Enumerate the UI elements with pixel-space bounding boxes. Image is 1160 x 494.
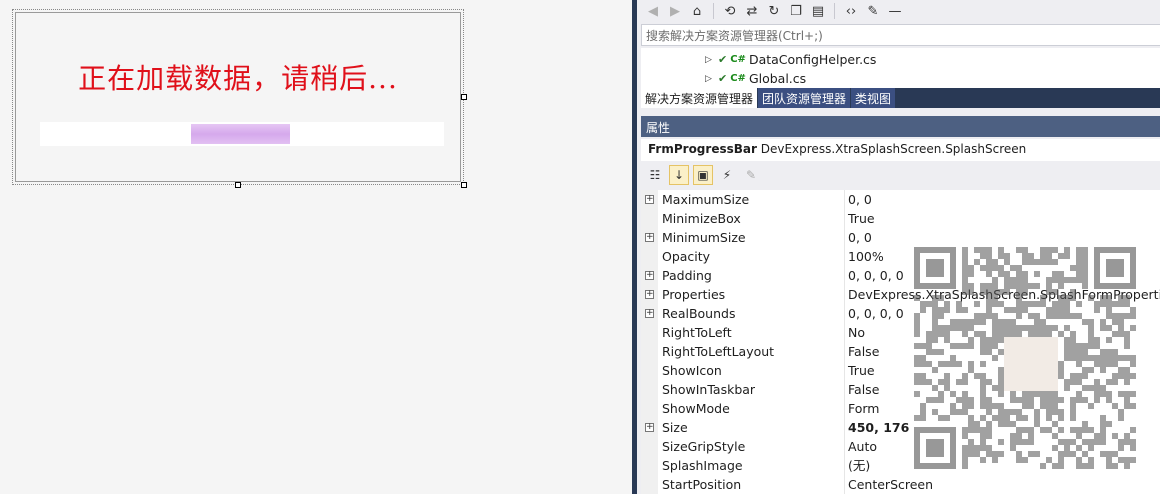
tree-item[interactable]: ▷ ✔ C# DataConfigHelper.cs [705, 50, 876, 69]
expand-plus-icon[interactable]: + [645, 271, 654, 280]
property-name: ShowMode [658, 399, 845, 418]
property-name: Properties [658, 285, 845, 304]
property-name: MinimizeBox [658, 209, 845, 228]
property-expander [641, 323, 658, 342]
object-selector[interactable]: FrmProgressBar DevExpress.XtraSplashScre… [641, 139, 1160, 161]
view-code-icon[interactable]: ‹› [843, 3, 859, 19]
property-name: Size [658, 418, 845, 437]
object-type: DevExpress.XtraSplashScreen.SplashScreen [760, 142, 1027, 156]
property-expander[interactable]: + [641, 228, 658, 247]
property-value[interactable]: True [845, 209, 1160, 228]
alphabetical-icon[interactable]: ↓ [669, 165, 689, 185]
property-row[interactable]: MinimizeBox True [641, 209, 1160, 228]
expand-arrow-icon[interactable]: ▷ [705, 74, 715, 84]
property-expander[interactable]: + [641, 266, 658, 285]
show-all-files-icon[interactable]: ▤ [810, 3, 826, 19]
tab-class-view[interactable]: 类视图 [851, 88, 896, 108]
categorized-icon[interactable]: ☷ [645, 165, 665, 185]
expand-arrow-icon[interactable]: ▷ [705, 55, 715, 65]
property-expander [641, 209, 658, 228]
property-name: RightToLeftLayout [658, 342, 845, 361]
properties-toolbar: ☷ ↓ ▣ ⚡ ✎ [641, 163, 1160, 187]
collapse-all-icon[interactable]: ❐ [788, 3, 804, 19]
tree-item-label: DataConfigHelper.cs [748, 52, 877, 67]
property-name: SizeGripStyle [658, 437, 845, 456]
property-name: ShowInTaskbar [658, 380, 845, 399]
tab-solution-explorer[interactable]: 解决方案资源管理器 [641, 88, 758, 108]
property-name: RealBounds [658, 304, 845, 323]
expand-plus-icon[interactable]: + [645, 233, 654, 242]
property-expander [641, 361, 658, 380]
qr-code-watermark [914, 247, 1136, 469]
back-icon[interactable]: ◀ [645, 3, 661, 19]
property-expander[interactable]: + [641, 285, 658, 304]
property-name: MinimumSize [658, 228, 845, 247]
refresh-icon[interactable]: ↻ [766, 3, 782, 19]
property-expander [641, 475, 658, 494]
screen: 正在加载数据，请稍后... ◀ ▶ ⌂ ⟲ ⇄ ↻ ❐ ▤ ‹› ✎ — 搜索解 [0, 0, 1160, 494]
property-name: MaximumSize [658, 190, 845, 209]
forward-icon[interactable]: ▶ [667, 3, 683, 19]
expand-plus-icon[interactable]: + [645, 290, 654, 299]
property-expander[interactable]: + [641, 418, 658, 437]
expand-plus-icon[interactable]: + [645, 309, 654, 318]
properties-view-icon[interactable]: ▣ [693, 165, 713, 185]
property-expander [641, 380, 658, 399]
pin-icon[interactable]: — [887, 3, 903, 19]
form-designer-surface[interactable]: 正在加载数据，请稍后... [0, 0, 632, 494]
csharp-file-icon: C# [730, 54, 746, 65]
marquee-progress-bar [40, 122, 444, 146]
tab-team-explorer[interactable]: 团队资源管理器 [758, 88, 851, 108]
toolbar-separator [713, 3, 714, 19]
expand-plus-icon[interactable]: + [645, 423, 654, 432]
property-name: StartPosition [658, 475, 845, 494]
panel-tabs: 解决方案资源管理器 团队资源管理器 类视图 [641, 88, 1160, 108]
solution-explorer-search-input[interactable]: 搜索解决方案资源管理器(Ctrl+;) [641, 24, 1160, 46]
csharp-file-icon: C# [730, 73, 746, 84]
checkin-check-icon: ✔ [718, 72, 728, 85]
resize-handle-bottom-right[interactable] [461, 182, 467, 188]
property-row[interactable]: + MaximumSize 0, 0 [641, 190, 1160, 209]
property-expander [641, 399, 658, 418]
properties-title: 属性 [641, 116, 1160, 137]
property-value[interactable]: 0, 0 [845, 190, 1160, 209]
property-name: Opacity [658, 247, 845, 266]
expand-plus-icon[interactable]: + [645, 195, 654, 204]
property-row[interactable]: + MinimumSize 0, 0 [641, 228, 1160, 247]
property-name: SplashImage [658, 456, 845, 475]
splash-form-body: 正在加载数据，请稍后... [15, 12, 461, 182]
property-expander [641, 456, 658, 475]
property-value[interactable]: CenterScreen [845, 475, 1160, 494]
checkin-check-icon: ✔ [718, 53, 728, 66]
progress-marquee-block [191, 124, 290, 144]
property-expander [641, 342, 658, 361]
loading-label: 正在加载数据，请稍后... [78, 62, 398, 95]
sync-icon[interactable]: ⇄ [744, 3, 760, 19]
solution-explorer-toolbar: ◀ ▶ ⌂ ⟲ ⇄ ↻ ❐ ▤ ‹› ✎ — [637, 0, 1160, 22]
property-expander[interactable]: + [641, 304, 658, 323]
property-pages-icon[interactable]: ✎ [741, 165, 761, 185]
property-expander [641, 247, 658, 266]
resize-handle-bottom[interactable] [235, 182, 241, 188]
property-name: RightToLeft [658, 323, 845, 342]
tree-item[interactable]: ▷ ✔ C# Global.cs [705, 69, 806, 88]
splash-form[interactable]: 正在加载数据，请稍后... [12, 9, 464, 185]
history-icon[interactable]: ⟲ [722, 3, 738, 19]
events-icon[interactable]: ⚡ [717, 165, 737, 185]
property-expander[interactable]: + [641, 190, 658, 209]
property-name: Padding [658, 266, 845, 285]
resize-handle-right[interactable] [461, 94, 467, 100]
solution-tree: ▷ ✔ C# DataConfigHelper.cs ▷ ✔ C# Global… [641, 48, 1160, 88]
tree-item-label: Global.cs [748, 71, 807, 86]
property-value[interactable]: 0, 0 [845, 228, 1160, 247]
property-row[interactable]: StartPosition CenterScreen [641, 475, 1160, 494]
toolbar-separator [834, 3, 835, 19]
property-name: ShowIcon [658, 361, 845, 380]
properties-icon[interactable]: ✎ [865, 3, 881, 19]
home-icon[interactable]: ⌂ [689, 3, 705, 19]
object-name: FrmProgressBar [648, 142, 757, 156]
property-expander [641, 437, 658, 456]
